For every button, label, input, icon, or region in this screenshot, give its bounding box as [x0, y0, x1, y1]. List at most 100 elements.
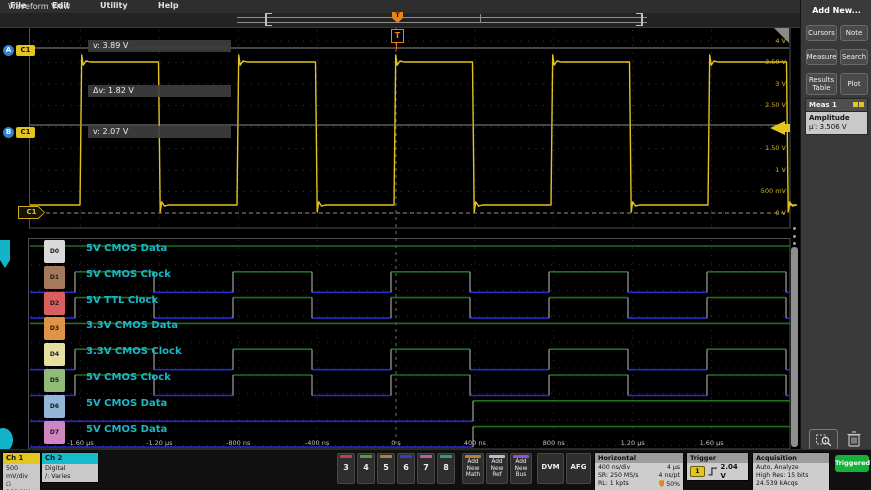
- afg-button[interactable]: AFG: [566, 453, 591, 484]
- ch1-badge[interactable]: Ch 1 500 mV/div Ω 100 MHz ≈: [2, 452, 41, 490]
- acquisition-resolution: High Res: 15 bits: [756, 472, 826, 480]
- results-table-button[interactable]: Results Table: [806, 73, 837, 95]
- add-new-math-button[interactable]: Add New Math: [462, 453, 484, 484]
- ch1-scale: 500 mV/div: [6, 465, 37, 481]
- ch2-badge[interactable]: Ch 2 Digital ∕: Varies: [41, 452, 99, 483]
- ref-color-stripe: [489, 455, 505, 458]
- ch2-threshold: ∕: Varies: [45, 473, 95, 481]
- cursor-delta-readout: Δv: 1.82 V: [88, 85, 231, 97]
- scale-label: 3.50 V: [728, 58, 786, 66]
- ch8-color-stripe: [440, 455, 452, 458]
- search-button[interactable]: Search: [840, 49, 868, 65]
- time-label: 400 ns: [453, 439, 497, 447]
- menu-help[interactable]: Help: [158, 1, 179, 10]
- scale-label: 2.50 V: [728, 101, 786, 109]
- zoom-bracket-right[interactable]: [636, 13, 643, 26]
- record-view-bar[interactable]: [237, 17, 647, 23]
- scale-label: 0 V: [728, 209, 786, 217]
- digital-channel-label: 5V TTL Clock: [86, 295, 158, 306]
- digital-channel-badge[interactable]: D0: [44, 240, 65, 263]
- rising-slope-icon: [708, 467, 718, 476]
- ch4-color-stripe: [360, 455, 372, 458]
- math-color-stripe: [465, 455, 481, 458]
- digital-channel-badge[interactable]: D5: [44, 369, 65, 392]
- measurement-badge-title: Meas 1: [809, 101, 837, 109]
- cursor-a-badge[interactable]: A: [3, 45, 14, 56]
- horizontal-window: 4 µs: [667, 464, 680, 472]
- record-length: RL: 1 kpts: [598, 480, 629, 489]
- measure-button[interactable]: Measure: [806, 49, 837, 65]
- time-label: 800 ns: [532, 439, 576, 447]
- digital-channel-label: 5V CMOS Clock: [86, 269, 171, 280]
- ch6-label: 6: [398, 463, 414, 472]
- digital-channel-label: 3.3V CMOS Clock: [86, 346, 182, 357]
- add-new-ref-button[interactable]: Add New Ref: [486, 453, 508, 484]
- cursor-a-channel-badge[interactable]: C1: [16, 45, 35, 56]
- cursor-a-readout[interactable]: v: 3.89 V: [88, 40, 231, 52]
- add-new-math-label: Add New Math: [463, 459, 483, 479]
- ch1-ground-marker-label: C1: [19, 207, 44, 218]
- digital-channel-badge[interactable]: D4: [44, 343, 65, 366]
- ch2-mode: Digital: [45, 465, 95, 473]
- time-label: 0 s: [374, 439, 418, 447]
- dvm-button[interactable]: DVM: [537, 453, 564, 484]
- note-button[interactable]: Note: [840, 25, 868, 41]
- scale-label: 1 V: [728, 166, 786, 174]
- cursor-b-channel-badge[interactable]: C1: [16, 127, 35, 138]
- scale-label: 3 V: [728, 80, 786, 88]
- ch8-button[interactable]: 8: [437, 453, 455, 484]
- digital-channel-badge[interactable]: D6: [44, 395, 65, 418]
- trigger-source-badge: 1: [690, 466, 705, 477]
- panel-splitter-handle[interactable]: [793, 227, 797, 245]
- vertical-scrollbar[interactable]: [791, 247, 798, 447]
- acquisition-panel[interactable]: Acquisition Auto, Analyze High Res: 15 b…: [752, 452, 830, 490]
- plot-button[interactable]: Plot: [840, 73, 868, 95]
- digital-channel-badge[interactable]: D3: [44, 317, 65, 340]
- waveform-view-title[interactable]: Waveform View: [8, 2, 70, 11]
- trigger-level-arrow-tail: [785, 124, 790, 132]
- trigger-panel[interactable]: Trigger 1 2.04 V: [686, 452, 749, 481]
- trigger-flag-icon[interactable]: T: [391, 29, 404, 43]
- cursors-button[interactable]: Cursors: [806, 25, 837, 41]
- acquisition-count: 24.539 kAcqs: [756, 480, 826, 488]
- time-label: -800 ns: [216, 439, 260, 447]
- record-tick: [480, 14, 481, 23]
- scale-label: 1.50 V: [728, 144, 786, 152]
- horizontal-title: Horizontal: [595, 453, 683, 463]
- ch6-button[interactable]: 6: [397, 453, 415, 484]
- ch3-label: 3: [338, 463, 354, 472]
- bus-color-stripe: [513, 455, 529, 458]
- zoom-mode-button[interactable]: [809, 429, 838, 451]
- digital-channel-label: 5V CMOS Data: [86, 243, 167, 254]
- measurement-badge[interactable]: Meas 1 Amplitude µ′: 3.506 V: [805, 98, 868, 135]
- afg-label: AFG: [567, 463, 590, 471]
- acquisition-title: Acquisition: [753, 453, 829, 463]
- digital-channel-label: 5V CMOS Clock: [86, 372, 171, 383]
- cursor-b-readout[interactable]: v: 2.07 V: [88, 126, 231, 138]
- digital-channel-badge[interactable]: D2: [44, 292, 65, 315]
- time-label: -400 ns: [295, 439, 339, 447]
- cursor-b-badge[interactable]: B: [3, 127, 14, 138]
- digital-channel-label: 5V CMOS Data: [86, 424, 167, 435]
- add-new-bus-button[interactable]: Add New Bus: [510, 453, 532, 484]
- delete-button[interactable]: [843, 428, 865, 450]
- digital-channel-badge[interactable]: D1: [44, 266, 65, 289]
- measurement-value: µ′: 3.506 V: [809, 123, 864, 132]
- time-label: 1.60 µs: [690, 439, 734, 447]
- ch4-label: 4: [358, 463, 374, 472]
- ch7-label: 7: [418, 463, 434, 472]
- zoom-bracket-left[interactable]: [265, 13, 272, 26]
- trigger-level-arrow-icon[interactable]: [770, 121, 785, 135]
- horizontal-panel[interactable]: Horizontal 400 ns/div4 µs SR: 250 MS/s4 …: [594, 452, 684, 490]
- ch3-button[interactable]: 3: [337, 453, 355, 484]
- measurement-name: Amplitude: [809, 114, 864, 123]
- trigger-flag-stem: [396, 43, 397, 49]
- menu-bar: File Edit Utility Help: [0, 0, 800, 14]
- menu-utility[interactable]: Utility: [100, 1, 128, 10]
- ch7-button[interactable]: 7: [417, 453, 435, 484]
- sample-resolution: 4 ns/pt: [659, 472, 681, 480]
- measurement-source-icon: [853, 102, 858, 107]
- ch5-button[interactable]: 5: [377, 453, 395, 484]
- ch4-button[interactable]: 4: [357, 453, 375, 484]
- trigger-level-value: 2.04 V: [720, 463, 745, 479]
